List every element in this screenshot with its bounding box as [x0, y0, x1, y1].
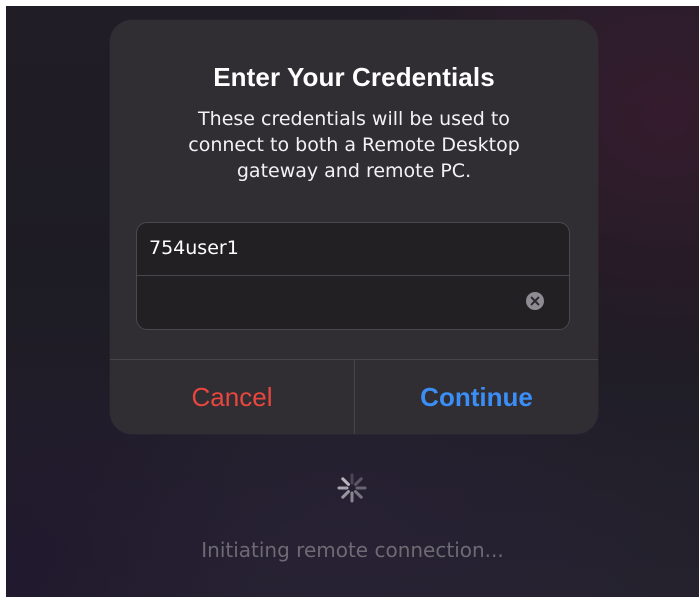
activity-spinner-icon — [336, 472, 368, 504]
continue-button[interactable]: Continue — [355, 360, 598, 434]
spinner-spoke — [354, 490, 363, 499]
password-field[interactable] — [137, 276, 569, 328]
credential-fields: 754user1 — [136, 222, 570, 330]
credentials-dialog: Enter Your Credentials These credentials… — [110, 20, 598, 434]
username-value: 754user1 — [149, 237, 239, 259]
app-screen: Enter Your Credentials These credentials… — [6, 6, 699, 597]
spinner-spoke — [341, 490, 350, 499]
dialog-message: These credentials will be used to connec… — [188, 108, 520, 182]
clear-icon[interactable] — [525, 291, 545, 311]
status-text: Initiating remote connection... — [201, 538, 504, 562]
spinner-spoke — [341, 477, 350, 486]
username-field[interactable]: 754user1 — [137, 223, 569, 275]
spinner-spoke — [354, 477, 363, 486]
dialog-title: Enter Your Credentials — [213, 62, 495, 92]
cancel-button[interactable]: Cancel — [110, 360, 354, 434]
